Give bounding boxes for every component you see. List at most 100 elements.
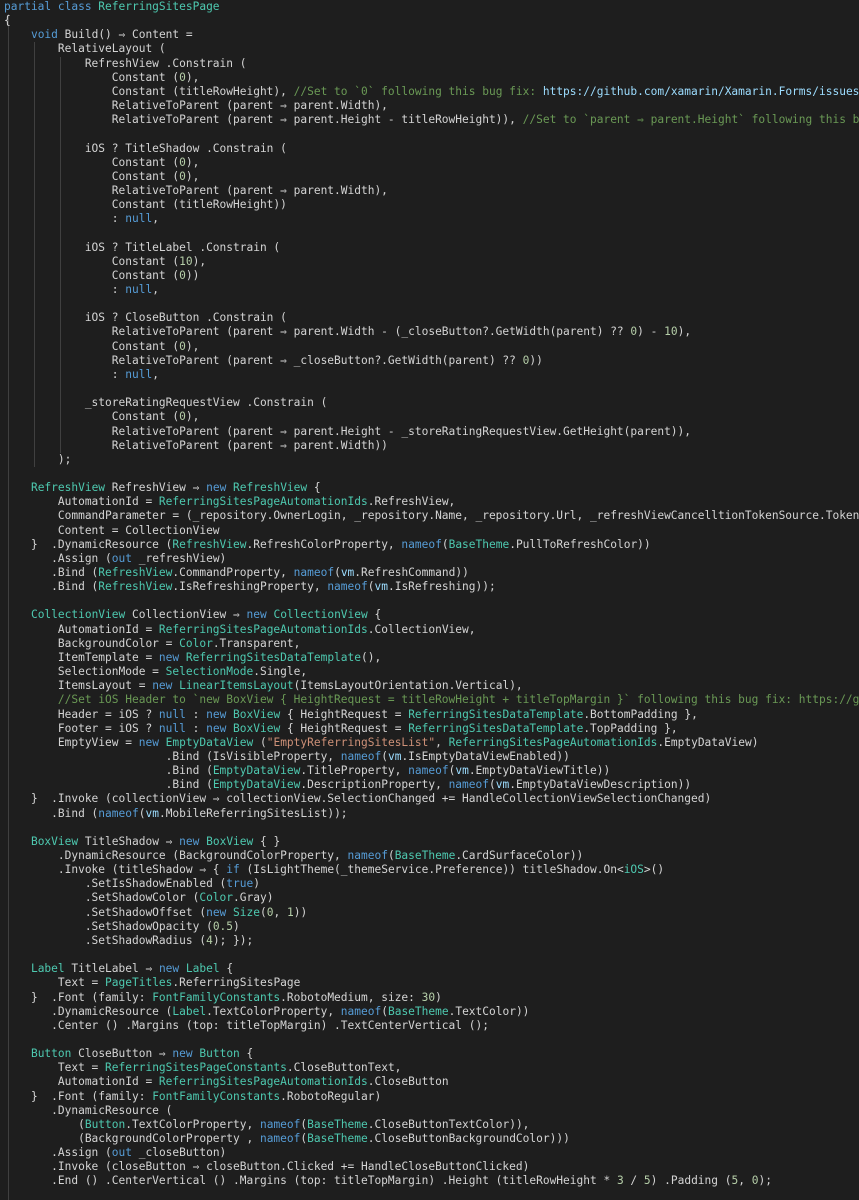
- code-token: nameof: [327, 580, 368, 594]
- code-line[interactable]: RelativeToParent (parent ⇒ parent.Width)…: [0, 99, 388, 113]
- code-line[interactable]: SelectionMode = SelectionMode.Single,: [0, 665, 307, 679]
- code-line[interactable]: (Button.TextColorProperty, nameof(BaseTh…: [0, 1118, 529, 1132]
- code-line[interactable]: CollectionView CollectionView ⇒ new Coll…: [0, 608, 381, 622]
- code-line[interactable]: BoxView TitleShadow ⇒ new BoxView { }: [0, 835, 280, 849]
- code-line[interactable]: ItemsLayout = new LinearItemsLayout(Item…: [0, 679, 523, 693]
- code-line[interactable]: .Bind (EmptyDataView.TitleProperty, name…: [0, 764, 611, 778]
- code-line[interactable]: [0, 467, 4, 481]
- code-line[interactable]: : null,: [0, 212, 159, 226]
- code-token: ReferringSitesPage: [98, 0, 220, 13]
- code-line[interactable]: RelativeToParent (parent ⇒ parent.Width)…: [0, 439, 388, 453]
- code-line[interactable]: AutomationId = ReferringSitesPageAutomat…: [0, 623, 476, 637]
- code-line[interactable]: Constant (titleRowHeight)): [0, 198, 287, 212]
- code-line[interactable]: BackgroundColor = Color.Transparent,: [0, 637, 301, 651]
- code-line[interactable]: Footer = iOS ? null : new BoxView { Heig…: [0, 722, 678, 736]
- code-line[interactable]: CommandParameter = (_repository.OwnerLog…: [0, 509, 859, 523]
- code-line[interactable]: .Invoke (titleShadow ⇒ { if (IsLightThem…: [0, 863, 664, 877]
- code-line[interactable]: RelativeToParent (parent ⇒ parent.Width)…: [0, 184, 388, 198]
- code-line[interactable]: } .Font (family: FontFamilyConstants.Rob…: [0, 991, 442, 1005]
- code-line[interactable]: //Set iOS Header to `new BoxView { Heigh…: [0, 693, 859, 707]
- code-token: partial class: [4, 0, 99, 13]
- code-line[interactable]: [0, 1033, 4, 1047]
- code-line[interactable]: ItemTemplate = new ReferringSitesDataTem…: [0, 651, 381, 665]
- code-line[interactable]: RelativeLayout (: [0, 42, 166, 56]
- code-line[interactable]: .End () .CenterVertical () .Margins (top…: [0, 1174, 772, 1188]
- code-line[interactable]: .DynamicResource (: [0, 1104, 172, 1118]
- code-token: .MobileReferringSitesList));: [158, 806, 348, 820]
- code-line[interactable]: EmptyView = new EmptyDataView ("EmptyRef…: [0, 735, 759, 750]
- code-line[interactable]: [0, 948, 4, 962]
- code-line[interactable]: .SetShadowOffset (new Size(0, 1)): [0, 906, 307, 920]
- code-line[interactable]: Constant (titleRowHeight), //Set to `0` …: [0, 85, 859, 99]
- code-token: new: [138, 735, 166, 749]
- code-line[interactable]: void Build() ⇒ Content =: [0, 28, 193, 42]
- code-line[interactable]: .SetShadowOpacity (0.5): [0, 920, 240, 934]
- code-line[interactable]: [0, 226, 4, 240]
- code-line[interactable]: .DynamicResource (Label.TextColorPropert…: [0, 1005, 529, 1019]
- code-token: new: [158, 962, 186, 976]
- code-line[interactable]: Text = ReferringSitesPageConstants.Close…: [0, 1061, 402, 1075]
- code-line[interactable]: } .Font (family: FontFamilyConstants.Rob…: [0, 1090, 381, 1104]
- code-line[interactable]: .Bind (EmptyDataView.DescriptionProperty…: [0, 778, 691, 792]
- code-line[interactable]: );: [0, 453, 71, 467]
- code-line[interactable]: Text = PageTitles.ReferringSitesPage: [0, 976, 301, 990]
- code-line[interactable]: iOS ? TitleShadow .Constrain (: [0, 142, 287, 156]
- code-line[interactable]: {: [0, 14, 11, 28]
- code-line[interactable]: } .Invoke (collectionView ⇒ collectionVi…: [0, 792, 711, 806]
- code-line[interactable]: RefreshView RefreshView ⇒ new RefreshVie…: [0, 481, 321, 495]
- code-line[interactable]: [0, 594, 4, 608]
- code-line[interactable]: RelativeToParent (parent ⇒ parent.Width …: [0, 325, 691, 339]
- code-line[interactable]: .Center () .Margins (top: titleTopMargin…: [0, 1019, 489, 1033]
- code-editor[interactable]: partial class ReferringSitesPage{ void B…: [0, 0, 859, 1200]
- code-line[interactable]: .Bind (nameof(vm.MobileReferringSitesLis…: [0, 806, 348, 821]
- code-line[interactable]: Constant (0),: [0, 170, 200, 184]
- code-line[interactable]: [0, 297, 4, 311]
- code-token: RefreshView: [98, 580, 173, 594]
- code-token: ) -: [637, 325, 665, 339]
- code-token: 0: [179, 339, 186, 353]
- code-line[interactable]: Constant (0),: [0, 71, 200, 85]
- code-token: ); });: [212, 933, 254, 947]
- code-line[interactable]: _storeRatingRequestView .Constrain (: [0, 396, 328, 410]
- code-line[interactable]: : null,: [0, 368, 159, 382]
- code-line[interactable]: [0, 127, 4, 141]
- code-token: CollectionView: [273, 608, 368, 622]
- code-line[interactable]: AutomationId = ReferringSitesPageAutomat…: [0, 495, 455, 509]
- code-token: TitleShadow ⇒: [78, 834, 180, 848]
- code-line[interactable]: (BackgroundColorProperty , nameof(BaseTh…: [0, 1132, 570, 1146]
- code-line[interactable]: .SetShadowRadius (4); });: [0, 934, 253, 948]
- code-token: Label: [172, 1004, 207, 1018]
- code-line[interactable]: RelativeToParent (parent ⇒ parent.Height…: [0, 113, 859, 127]
- code-line[interactable]: Constant (0),: [0, 339, 200, 354]
- code-line[interactable]: partial class ReferringSitesPage: [0, 0, 220, 14]
- code-line[interactable]: .Assign (out _refreshView): [0, 552, 226, 566]
- code-line[interactable]: Constant (0),: [0, 156, 200, 170]
- code-line[interactable]: Content = CollectionView: [0, 524, 220, 538]
- code-token: ReferringSitesDataTemplate: [408, 721, 584, 735]
- code-line[interactable]: .DynamicResource (BackgroundColorPropert…: [0, 849, 583, 863]
- code-line[interactable]: [0, 382, 4, 396]
- code-line[interactable]: AutomationId = ReferringSitesPageAutomat…: [0, 1075, 449, 1089]
- code-line[interactable]: : null,: [0, 283, 159, 297]
- code-line[interactable]: .Bind (RefreshView.CommandProperty, name…: [0, 566, 469, 580]
- code-line[interactable]: .SetIsShadowEnabled (true): [0, 877, 260, 891]
- code-line[interactable]: Constant (0),: [0, 410, 200, 424]
- code-line[interactable]: } .DynamicResource (RefreshView.RefreshC…: [0, 538, 651, 552]
- code-line[interactable]: RelativeToParent (parent ⇒ parent.Height…: [0, 425, 691, 439]
- code-line[interactable]: .Bind (RefreshView.IsRefreshingProperty,…: [0, 580, 496, 594]
- code-line[interactable]: Label TitleLabel ⇒ new Label {: [0, 962, 233, 976]
- code-line[interactable]: .SetShadowColor (Color.Gray): [0, 891, 274, 905]
- code-line[interactable]: Button CloseButton ⇒ new Button {: [0, 1047, 253, 1061]
- code-line[interactable]: Header = iOS ? null : new BoxView { Heig…: [0, 708, 698, 722]
- code-line[interactable]: Constant (10),: [0, 255, 206, 269]
- code-line[interactable]: RelativeToParent (parent ⇒ _closeButton?…: [0, 354, 543, 368]
- code-line[interactable]: Constant (0)): [0, 269, 200, 283]
- code-line[interactable]: .Bind (IsVisibleProperty, nameof(vm.IsEm…: [0, 750, 570, 764]
- code-line[interactable]: .Assign (out _closeButton): [0, 1146, 226, 1160]
- code-line[interactable]: iOS ? TitleLabel .Constrain (: [0, 241, 280, 255]
- code-line[interactable]: iOS ? CloseButton .Constrain (: [0, 311, 287, 325]
- code-line[interactable]: .Invoke (closeButton ⇒ closeButton.Click…: [0, 1160, 529, 1174]
- code-line[interactable]: [0, 821, 4, 835]
- code-line[interactable]: RefreshView .Constrain (: [0, 57, 247, 71]
